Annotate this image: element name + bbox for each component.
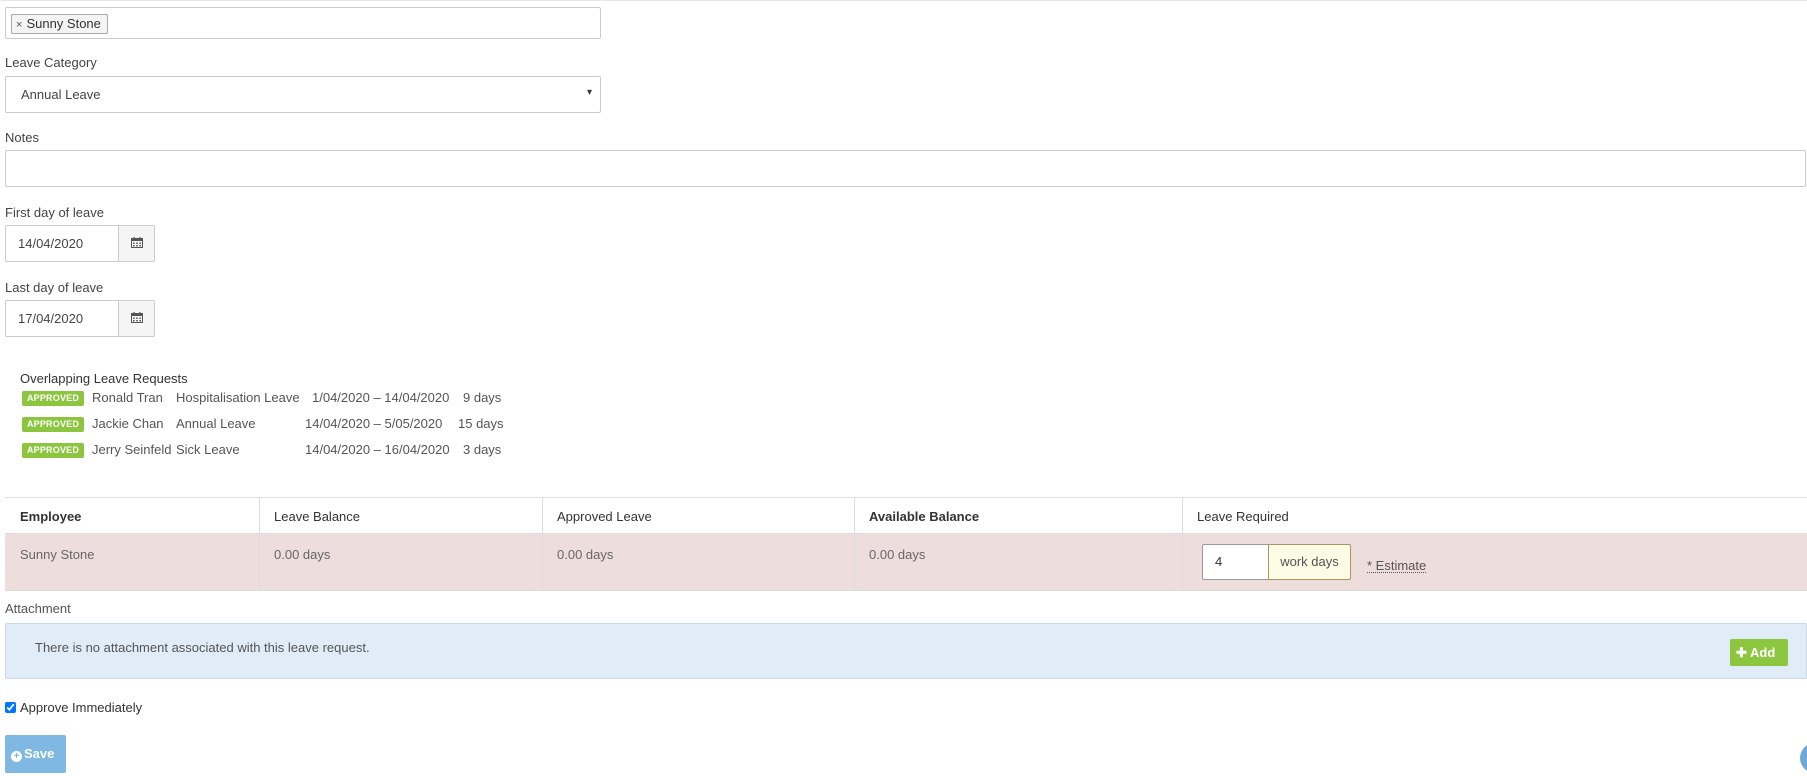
notes-input[interactable] xyxy=(5,150,1806,187)
row-available-balance: 0.00 days xyxy=(869,547,926,562)
approve-label: Approve Immediately xyxy=(20,700,143,715)
header-leave-balance: Leave Balance xyxy=(274,509,361,524)
approve-checkbox[interactable] xyxy=(5,702,16,713)
column-divider xyxy=(854,497,855,591)
employee-select[interactable]: × Sunny Stone xyxy=(5,7,601,39)
attachment-panel: There is no attachment associated with t… xyxy=(5,623,1807,679)
overlap-type: Sick Leave xyxy=(176,442,240,457)
overlap-days: 15 days xyxy=(458,416,504,431)
row-approved-leave: 0.00 days xyxy=(557,547,614,562)
overlap-employee: Ronald Tran xyxy=(92,390,163,405)
overlap-type: Annual Leave xyxy=(176,416,256,431)
first-day-calendar-button[interactable] xyxy=(118,225,155,262)
first-day-label: First day of leave xyxy=(5,205,104,220)
add-attachment-label: Add xyxy=(1750,645,1776,660)
first-day-input[interactable]: 14/04/2020 xyxy=(5,225,119,262)
last-day-calendar-button[interactable] xyxy=(118,300,155,337)
overlap-days: 3 days xyxy=(463,442,502,457)
leave-required-unit: work days xyxy=(1268,544,1351,580)
overlap-range: 14/04/2020 – 16/04/2020 xyxy=(305,442,450,457)
overlap-employee: Jackie Chan xyxy=(92,416,164,431)
save-label: Save xyxy=(24,746,55,761)
employee-tag-label: Sunny Stone xyxy=(26,16,101,31)
chevron-down-icon: ▾ xyxy=(586,87,592,98)
column-divider xyxy=(1182,497,1183,591)
leave-required-input[interactable]: 4 xyxy=(1202,544,1269,580)
estimate-link[interactable]: * Estimate xyxy=(1367,559,1427,573)
overlap-employee: Jerry Seinfeld xyxy=(92,442,172,457)
calendar-icon xyxy=(131,312,143,323)
column-divider xyxy=(259,497,260,591)
overlapping-title: Overlapping Leave Requests xyxy=(20,371,188,386)
overlap-range: 14/04/2020 – 5/05/2020 xyxy=(305,416,443,431)
leave-category-select[interactable]: Annual Leave ▾ xyxy=(5,76,601,113)
last-day-input[interactable]: 17/04/2020 xyxy=(5,300,119,337)
plus-circle-icon: + xyxy=(11,751,22,762)
table-header: Employee Leave Balance Approved Leave Av… xyxy=(5,497,1807,534)
column-divider xyxy=(542,497,543,591)
status-badge: APPROVED xyxy=(22,443,84,458)
overlap-range: 1/04/2020 – 14/04/2020 xyxy=(312,390,450,405)
leave-category-value: Annual Leave xyxy=(21,87,101,102)
table-row: Sunny Stone 0.00 days 0.00 days 0.00 day… xyxy=(5,534,1807,591)
calendar-icon xyxy=(131,237,143,248)
add-attachment-button[interactable]: ✚ Add xyxy=(1730,639,1788,666)
attachment-label: Attachment xyxy=(5,601,71,616)
approve-immediately[interactable]: Approve Immediately xyxy=(5,700,142,715)
last-day-label: Last day of leave xyxy=(5,280,104,295)
plus-icon: ✚ xyxy=(1736,645,1747,660)
overlap-days: 9 days xyxy=(463,390,502,405)
leave-category-label: Leave Category xyxy=(5,55,97,70)
top-divider xyxy=(0,0,1807,1)
header-approved-leave: Approved Leave xyxy=(557,509,652,524)
status-badge: APPROVED xyxy=(22,417,84,432)
status-badge: APPROVED xyxy=(22,391,84,406)
leave-balance-table: Employee Leave Balance Approved Leave Av… xyxy=(5,497,1807,595)
row-leave-balance: 0.00 days xyxy=(274,547,331,562)
header-employee: Employee xyxy=(20,509,82,524)
employee-tag: × Sunny Stone xyxy=(11,14,108,34)
row-employee: Sunny Stone xyxy=(20,547,95,562)
header-leave-required: Leave Required xyxy=(1197,509,1289,524)
attachment-message: There is no attachment associated with t… xyxy=(35,640,370,655)
header-available-balance: Available Balance xyxy=(869,509,980,524)
notes-label: Notes xyxy=(5,130,39,145)
help-chat-button[interactable] xyxy=(1800,743,1807,773)
overlap-type: Hospitalisation Leave xyxy=(176,390,300,405)
save-button[interactable]: + Save xyxy=(5,735,66,773)
remove-tag-icon[interactable]: × xyxy=(16,19,22,31)
